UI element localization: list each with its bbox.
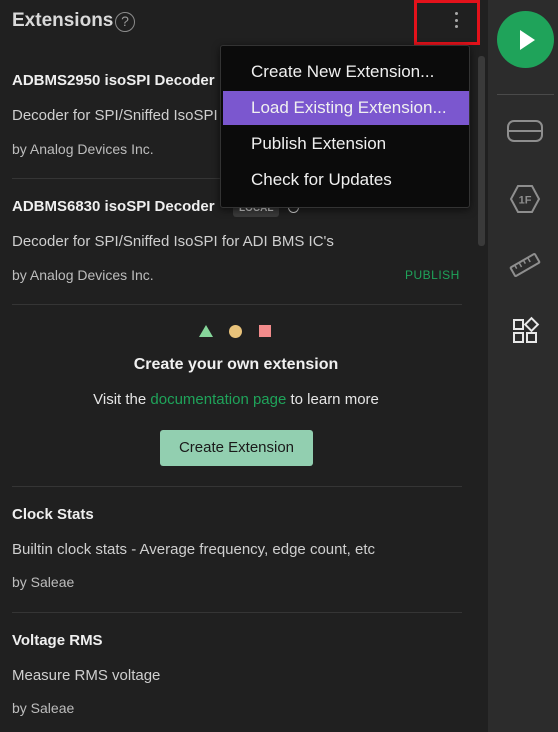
extension-title: Voltage RMS [12,632,103,649]
extensions-icon[interactable] [506,316,544,346]
create-extension-heading: Create your own extension [133,356,339,373]
menu-item-publish-extension[interactable]: Publish Extension [221,127,469,161]
divider [12,612,462,613]
sidebar-divider [497,94,554,95]
extension-author: by Analog Devices Inc. [12,267,154,283]
right-sidebar: 1F [488,0,558,732]
extension-title: Clock Stats [12,506,94,523]
scrollbar-thumb[interactable] [478,56,485,246]
extension-author-wrap: by Analog Devices Inc. [12,267,462,283]
more-options-menu: Create New Extension... Load Existing Ex… [220,45,470,208]
play-icon [520,30,535,50]
documentation-line: Visit the documentation page to learn mo… [0,391,472,408]
extension-description-wrap: Measure RMS voltage [12,667,462,684]
menu-item-create-new-extension[interactable]: Create New Extension... [221,55,469,89]
menu-item-load-existing-extension[interactable]: Load Existing Extension... [223,91,469,125]
shapes-illustration-icon [199,324,279,340]
extension-item[interactable]: Clock Stats [12,506,462,523]
ruler-icon[interactable] [506,250,544,280]
device-icon[interactable] [506,118,544,148]
start-capture-button[interactable] [497,11,554,68]
extension-author: by Saleae [12,574,75,590]
extension-description-wrap: Builtin clock stats - Average frequency,… [12,541,462,558]
help-icon[interactable]: ? [115,12,135,32]
extensions-panel: Extensions ? ADBMS2950 isoSPI Decoder De… [0,0,488,732]
1f-hex-icon[interactable]: 1F [506,184,544,214]
visit-suffix: to learn more [286,391,379,408]
extension-author-wrap: by Saleae [12,574,462,590]
more-options-icon[interactable] [453,12,459,32]
extension-author-wrap: by Saleae [12,700,462,716]
documentation-link[interactable]: documentation page [150,391,286,408]
divider [12,304,462,305]
divider [12,486,462,487]
extension-description: Measure RMS voltage [12,667,161,684]
panel-header: Extensions ? [0,0,488,45]
highlight-box [414,0,480,45]
extension-description: Decoder for SPI/Sniffed IsoSPI for ADI B… [12,233,334,250]
panel-title: Extensions [12,10,114,31]
visit-prefix: Visit the [93,391,151,408]
menu-item-check-for-updates[interactable]: Check for Updates [221,163,469,197]
create-extension-button[interactable]: Create Extension [160,430,313,466]
publish-link[interactable]: PUBLISH [405,268,460,282]
extension-description-wrap: Decoder for SPI/Sniffed IsoSPI for ADI B… [12,233,462,250]
extension-description: Builtin clock stats - Average frequency,… [12,541,375,558]
extension-author: by Saleae [12,700,75,716]
extension-item[interactable]: Voltage RMS [12,632,462,649]
1f-label: 1F [519,195,532,207]
